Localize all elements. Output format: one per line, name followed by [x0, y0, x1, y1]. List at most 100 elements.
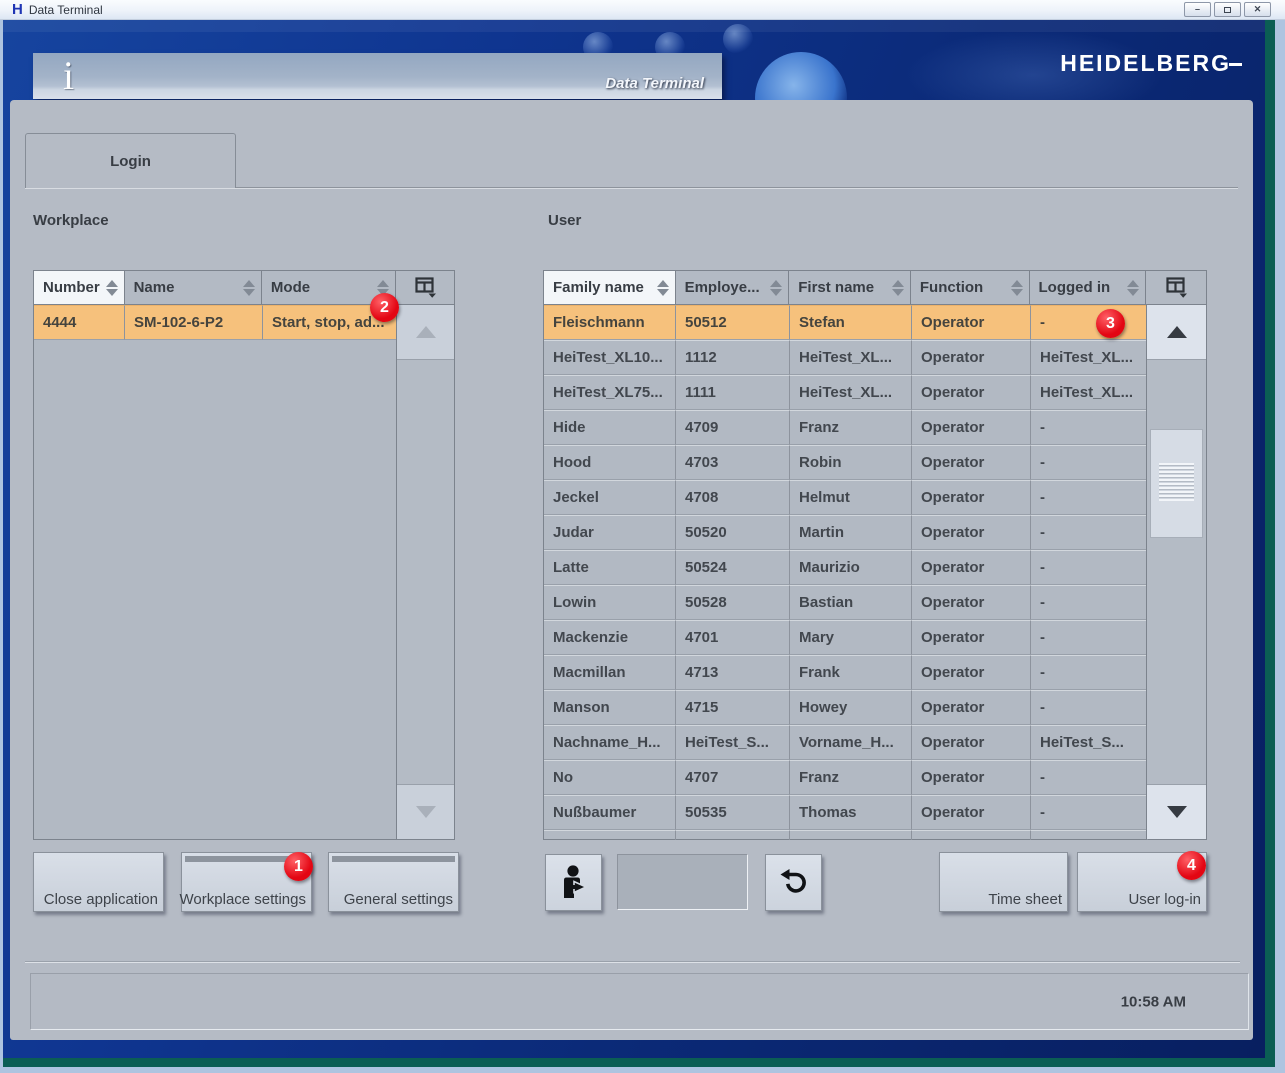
- callout-badge-1: 1: [284, 852, 313, 881]
- user-row[interactable]: Macmillan 4713 Frank Operator -: [544, 655, 1148, 690]
- scrollbar-thumb[interactable]: [1150, 429, 1203, 538]
- column-header-first-name[interactable]: First name: [789, 271, 911, 304]
- cell-logged-in: -: [1031, 795, 1148, 830]
- cell-employee: 4707: [676, 760, 790, 795]
- time-sheet-button[interactable]: Time sheet: [939, 852, 1068, 912]
- minimize-button[interactable]: –: [1184, 2, 1211, 17]
- user-scrollbar[interactable]: [1146, 305, 1206, 839]
- column-header-function[interactable]: Function: [911, 271, 1030, 304]
- cell-function: Operator: [912, 550, 1031, 585]
- user-table-body: Fleischmann 50512 Stefan Operator - HeiT…: [544, 305, 1148, 830]
- cell-employee: 4701: [676, 620, 790, 655]
- column-header-logged-in[interactable]: Logged in: [1030, 271, 1147, 304]
- cell-first-name: Franz: [790, 760, 912, 795]
- user-row[interactable]: Nachname_H... HeiTest_S... Vorname_H... …: [544, 725, 1148, 760]
- cell-logged-in: -: [1031, 515, 1148, 550]
- cell-family-name: HeiTest_XL10...: [544, 340, 676, 375]
- sort-icon[interactable]: [657, 280, 669, 296]
- cell-logged-in: -: [1031, 305, 1148, 340]
- column-config-icon: [415, 277, 438, 298]
- cell-logged-in: -: [1031, 760, 1148, 795]
- column-header-number[interactable]: Number: [34, 271, 125, 304]
- scroll-up-button[interactable]: [397, 305, 454, 360]
- general-settings-button[interactable]: General settings: [328, 852, 459, 912]
- scroll-up-button[interactable]: [1147, 305, 1206, 360]
- cell-employee: 50535: [676, 795, 790, 830]
- user-section-label: User: [548, 212, 581, 229]
- cell-family-name: No: [544, 760, 676, 795]
- cell-logged-in: -: [1031, 585, 1148, 620]
- column-config-button[interactable]: [396, 271, 454, 304]
- user-switch-button[interactable]: [545, 854, 602, 911]
- user-row[interactable]: No 4707 Franz Operator -: [544, 760, 1148, 795]
- maximize-button[interactable]: [1214, 2, 1241, 17]
- cell-employee: 1112: [676, 340, 790, 375]
- sort-icon[interactable]: [892, 280, 904, 296]
- user-row[interactable]: Mackenzie 4701 Mary Operator -: [544, 620, 1148, 655]
- user-row[interactable]: Jeckel 4708 Helmut Operator -: [544, 480, 1148, 515]
- partial-row: [544, 830, 1148, 840]
- workplace-section-label: Workplace: [33, 212, 109, 229]
- user-row[interactable]: Nußbaumer 50535 Thomas Operator -: [544, 795, 1148, 830]
- scroll-down-button[interactable]: [1147, 784, 1206, 839]
- cell-family-name: HeiTest_XL75...: [544, 375, 676, 410]
- status-bar: 10:58 AM: [30, 973, 1249, 1030]
- cell-first-name: Helmut: [790, 480, 912, 515]
- clock: 10:58 AM: [1121, 993, 1186, 1010]
- column-header-family-name[interactable]: Family name: [544, 271, 676, 304]
- cell-function: Operator: [912, 445, 1031, 480]
- cell-family-name: Fleischmann: [544, 305, 676, 340]
- heidelberg-logo: HEIDELBERG: [1060, 50, 1242, 77]
- sort-icon[interactable]: [770, 280, 782, 296]
- close-application-button[interactable]: Close application: [33, 852, 164, 912]
- sort-icon[interactable]: [243, 280, 255, 296]
- main-panel: Login Workplace User Number Name: [10, 100, 1253, 1040]
- user-row[interactable]: Manson 4715 Howey Operator -: [544, 690, 1148, 725]
- cell-first-name: Frank: [790, 655, 912, 690]
- user-row[interactable]: HeiTest_XL75... 1111 HeiTest_XL... Opera…: [544, 375, 1148, 410]
- user-row[interactable]: Lowin 50528 Bastian Operator -: [544, 585, 1148, 620]
- column-header-name[interactable]: Name: [125, 271, 262, 304]
- sort-icon[interactable]: [1011, 280, 1023, 296]
- tab-login[interactable]: Login: [25, 133, 236, 188]
- cell-employee: 4715: [676, 690, 790, 725]
- user-row[interactable]: Fleischmann 50512 Stefan Operator -: [544, 305, 1148, 340]
- window-title: Data Terminal: [29, 3, 103, 17]
- column-header-employee[interactable]: Employe...: [676, 271, 790, 304]
- cell-logged-in: HeiTest_XL...: [1031, 340, 1148, 375]
- cell-first-name: Stefan: [790, 305, 912, 340]
- workplace-scrollbar[interactable]: [396, 305, 454, 839]
- user-row[interactable]: HeiTest_XL10... 1112 HeiTest_XL... Opera…: [544, 340, 1148, 375]
- cell-function: Operator: [912, 375, 1031, 410]
- cell-function: Operator: [912, 725, 1031, 760]
- callout-badge-4: 4: [1177, 851, 1206, 880]
- cell-first-name: Vorname_H...: [790, 725, 912, 760]
- column-config-button[interactable]: [1146, 271, 1206, 304]
- user-row[interactable]: Hood 4703 Robin Operator -: [544, 445, 1148, 480]
- cell-first-name: Mary: [790, 620, 912, 655]
- cell-employee: 4708: [676, 480, 790, 515]
- cell-function: Operator: [912, 480, 1031, 515]
- cell-first-name: Maurizio: [790, 550, 912, 585]
- workplace-row[interactable]: 4444 SM-102-6-P2 Start, stop, ad...: [34, 305, 398, 340]
- sort-icon[interactable]: [1127, 280, 1139, 296]
- cell-family-name: Jeckel: [544, 480, 676, 515]
- workplace-table: Number Name Mode: [33, 270, 455, 840]
- sort-icon[interactable]: [106, 280, 118, 296]
- user-row[interactable]: Judar 50520 Martin Operator -: [544, 515, 1148, 550]
- cell-family-name: Manson: [544, 690, 676, 725]
- cell-function: Operator: [912, 515, 1031, 550]
- user-switch-icon: [557, 864, 591, 902]
- undo-button[interactable]: [765, 854, 822, 911]
- cell-logged-in: -: [1031, 480, 1148, 515]
- cell-employee: 50528: [676, 585, 790, 620]
- cell-function: Operator: [912, 690, 1031, 725]
- user-row[interactable]: Latte 50524 Maurizio Operator -: [544, 550, 1148, 585]
- scroll-down-button[interactable]: [397, 784, 454, 839]
- cell-name: SM-102-6-P2: [125, 305, 263, 340]
- cell-function: Operator: [912, 585, 1031, 620]
- close-button[interactable]: ✕: [1244, 2, 1271, 17]
- user-row[interactable]: Hide 4709 Franz Operator -: [544, 410, 1148, 445]
- input-display[interactable]: [617, 854, 748, 910]
- cell-logged-in: HeiTest_S...: [1031, 725, 1148, 760]
